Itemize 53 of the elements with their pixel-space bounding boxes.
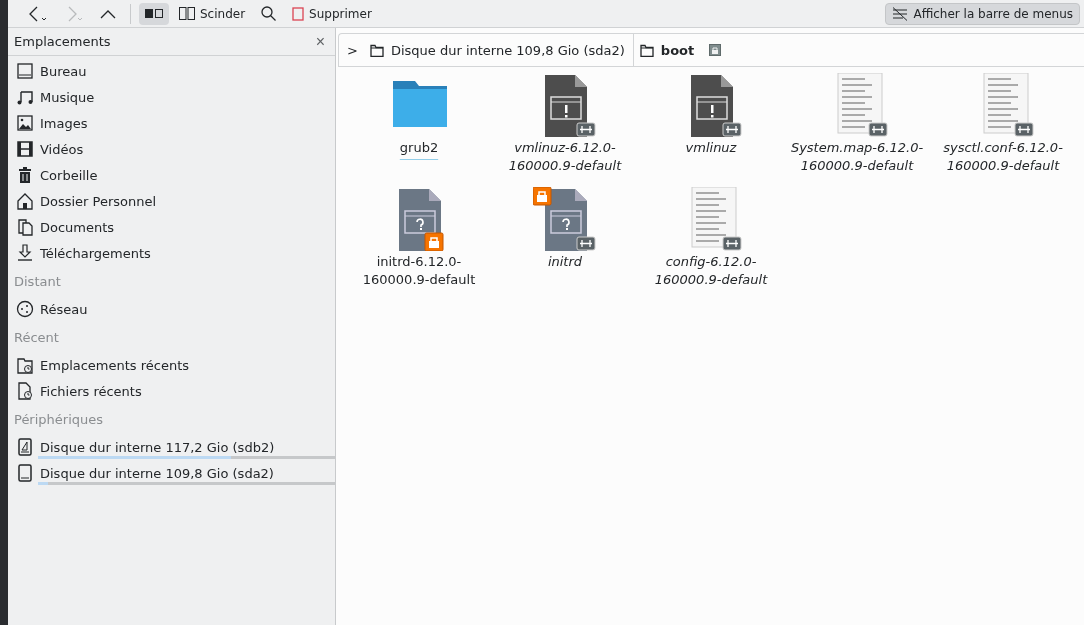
- file-item[interactable]: initrd-6.12.0-160000.9-default: [348, 253, 490, 289]
- film-icon: [16, 140, 34, 158]
- view-mode-button[interactable]: [139, 2, 169, 25]
- download-icon: [16, 244, 34, 262]
- sidebar-item[interactable]: Documents: [14, 214, 335, 240]
- image-icon: [16, 114, 34, 132]
- section-heading: Périphériques: [14, 410, 105, 429]
- file-item[interactable]: sysctl.conf-6.12.0-160000.9-default: [932, 139, 1074, 175]
- monitor-icon: [16, 62, 34, 80]
- sidebar-item[interactable]: Corbeille: [14, 162, 335, 188]
- documents-icon: [16, 218, 34, 236]
- file-item[interactable]: vmlinuz-6.12.0-160000.9-default: [494, 139, 636, 175]
- sidebar-item[interactable]: Réseau: [14, 296, 335, 322]
- sidebar-item[interactable]: Dossier Personnel: [14, 188, 335, 214]
- search-icon: [261, 6, 277, 21]
- breadcrumb-item[interactable]: boot: [633, 34, 730, 66]
- sidebar-item[interactable]: Musique: [14, 84, 335, 110]
- sidebar-item[interactable]: Images: [14, 110, 335, 136]
- file-clock-icon: [16, 382, 34, 400]
- folder-clock-icon: [16, 356, 34, 374]
- sidebar-item[interactable]: Disque dur interne 117,2 Gio (sdb2): [14, 434, 335, 460]
- drive-icon: [16, 438, 34, 456]
- breadcrumb-item[interactable]: Disque dur interne 109,8 Gio (sda2): [363, 34, 633, 66]
- sidebar-item[interactable]: Bureau: [14, 58, 335, 84]
- sidebar-item[interactable]: Téléchargements: [14, 240, 335, 266]
- file-item[interactable]: vmlinuz: [640, 139, 782, 157]
- folder-icon: [369, 43, 384, 57]
- sidebar-item[interactable]: Fichiers récents: [14, 378, 335, 404]
- menu-icon: [892, 6, 909, 21]
- sidebar-item[interactable]: Emplacements récents: [14, 352, 335, 378]
- drive-icon: [16, 464, 34, 482]
- panel-title: Emplacements: [14, 34, 111, 49]
- file-item[interactable]: config-6.12.0-160000.9-default: [640, 253, 782, 289]
- split-button[interactable]: Scinder: [173, 2, 252, 25]
- file-item[interactable]: grub2: [348, 139, 490, 157]
- section-heading: Récent: [14, 328, 60, 347]
- folder-icon: [639, 43, 654, 57]
- trash-icon: [16, 166, 34, 184]
- home-icon: [16, 192, 34, 210]
- delete-button[interactable]: Supprimer: [286, 2, 378, 25]
- file-item[interactable]: initrd: [494, 253, 636, 271]
- trash-icon: [292, 6, 305, 21]
- sidebar-item[interactable]: Disque dur interne 109,8 Gio (sda2): [14, 460, 335, 486]
- split-view-icon: [179, 7, 195, 20]
- icons-view-icon: [145, 9, 163, 18]
- close-button[interactable]: ×: [313, 32, 327, 51]
- network-icon: [16, 300, 34, 318]
- music-note-icon: [16, 88, 34, 106]
- sidebar-item[interactable]: Vidéos: [14, 136, 335, 162]
- expander[interactable]: >: [339, 42, 364, 58]
- section-heading: Distant: [14, 272, 62, 291]
- show-menubar-button[interactable]: Afficher la barre de menus: [885, 2, 1080, 25]
- file-item[interactable]: System.map-6.12.0-160000.9-default: [786, 139, 928, 175]
